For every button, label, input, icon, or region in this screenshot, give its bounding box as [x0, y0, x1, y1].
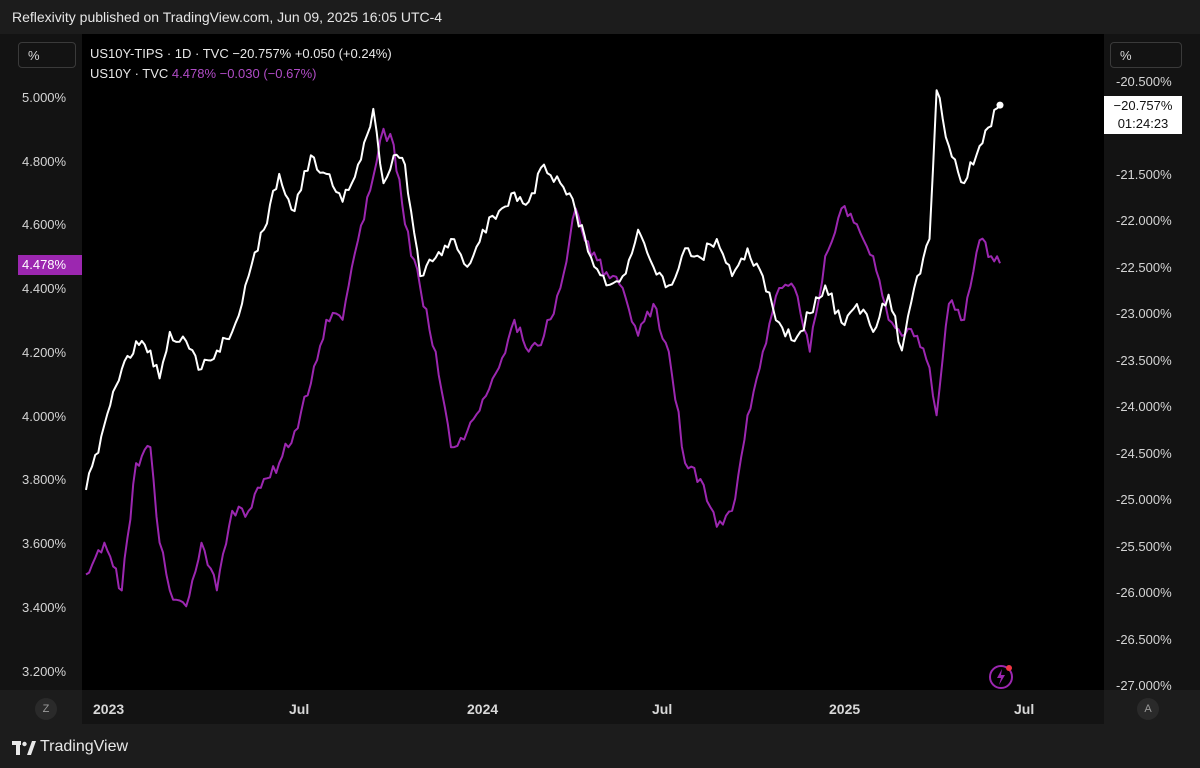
left-tick: 4.800%	[22, 154, 67, 169]
x-tick: Jul	[652, 701, 673, 717]
right-tick: -24.500%	[1116, 446, 1172, 461]
chart-svg	[85, 89, 1004, 608]
lightning-icon[interactable]	[988, 663, 1014, 689]
zoom-button[interactable]: Z	[35, 698, 57, 720]
legend-row-tips[interactable]: US10Y-TIPS · 1D · TVC −20.757% +0.050 (+…	[90, 44, 392, 64]
time-axis[interactable]	[82, 690, 1104, 724]
last-price-marker	[996, 101, 1004, 109]
left-tick: 4.400%	[22, 281, 67, 296]
right-tick: -22.000%	[1116, 213, 1172, 228]
right-tick: -26.500%	[1116, 632, 1172, 647]
left-tick: 3.800%	[22, 472, 67, 487]
series-line-us10y-tips	[85, 89, 1001, 491]
right-tick: -24.000%	[1116, 399, 1172, 414]
right-tick: -25.500%	[1116, 539, 1172, 554]
left-tick: 3.400%	[22, 600, 67, 615]
tradingview-logo-icon	[12, 741, 36, 755]
left-tick: 4.000%	[22, 409, 67, 424]
tips-badge-timer: 01:24:23	[1117, 116, 1169, 131]
tips-badge-value: −20.757%	[1113, 98, 1173, 113]
footer: TradingView	[0, 728, 1200, 768]
right-tick: -27.000%	[1116, 678, 1172, 693]
right-tick: -22.500%	[1116, 260, 1172, 275]
right-unit-button[interactable]: %	[1110, 42, 1182, 68]
right-tick: -26.000%	[1116, 585, 1172, 600]
x-tick: 2024	[467, 701, 499, 717]
right-tick: -21.500%	[1116, 167, 1172, 182]
footer-brand: TradingView	[40, 738, 129, 755]
right-tick: -25.000%	[1116, 492, 1172, 507]
x-tick: Jul	[1014, 701, 1035, 717]
left-tick: 3.600%	[22, 536, 67, 551]
x-tick: 2023	[93, 701, 125, 717]
x-tick: 2025	[829, 701, 861, 717]
legend-us10y-name: US10Y · TVC	[90, 66, 169, 81]
us10y-price-badge: 4.478%	[18, 255, 82, 275]
right-tick: -23.500%	[1116, 353, 1172, 368]
tips-price-badge: −20.757% 01:24:23	[1104, 96, 1182, 134]
legend-row-us10y[interactable]: US10Y · TVC 4.478% −0.030 (−0.67%)	[90, 64, 392, 84]
plot-area[interactable]	[82, 34, 1104, 690]
header-bar: Reflexivity published on TradingView.com…	[0, 0, 1200, 34]
legend-us10y-values: 4.478% −0.030 (−0.67%)	[171, 66, 317, 81]
left-tick: 4.200%	[22, 345, 67, 360]
right-tick: -23.000%	[1116, 306, 1172, 321]
right-tick: -20.500%	[1116, 74, 1172, 89]
left-unit-button[interactable]: %	[18, 42, 76, 68]
x-tick: Jul	[289, 701, 310, 717]
legend: US10Y-TIPS · 1D · TVC −20.757% +0.050 (+…	[90, 44, 392, 84]
chart-title: Reflexivity published on TradingView.com…	[12, 9, 443, 25]
left-tick: 4.600%	[22, 217, 67, 232]
left-price-axis[interactable]	[0, 34, 82, 690]
left-tick: 3.200%	[22, 664, 67, 679]
series-line-us10y	[85, 127, 1001, 608]
auto-scale-button[interactable]: A	[1137, 698, 1159, 720]
left-tick: 5.000%	[22, 90, 67, 105]
